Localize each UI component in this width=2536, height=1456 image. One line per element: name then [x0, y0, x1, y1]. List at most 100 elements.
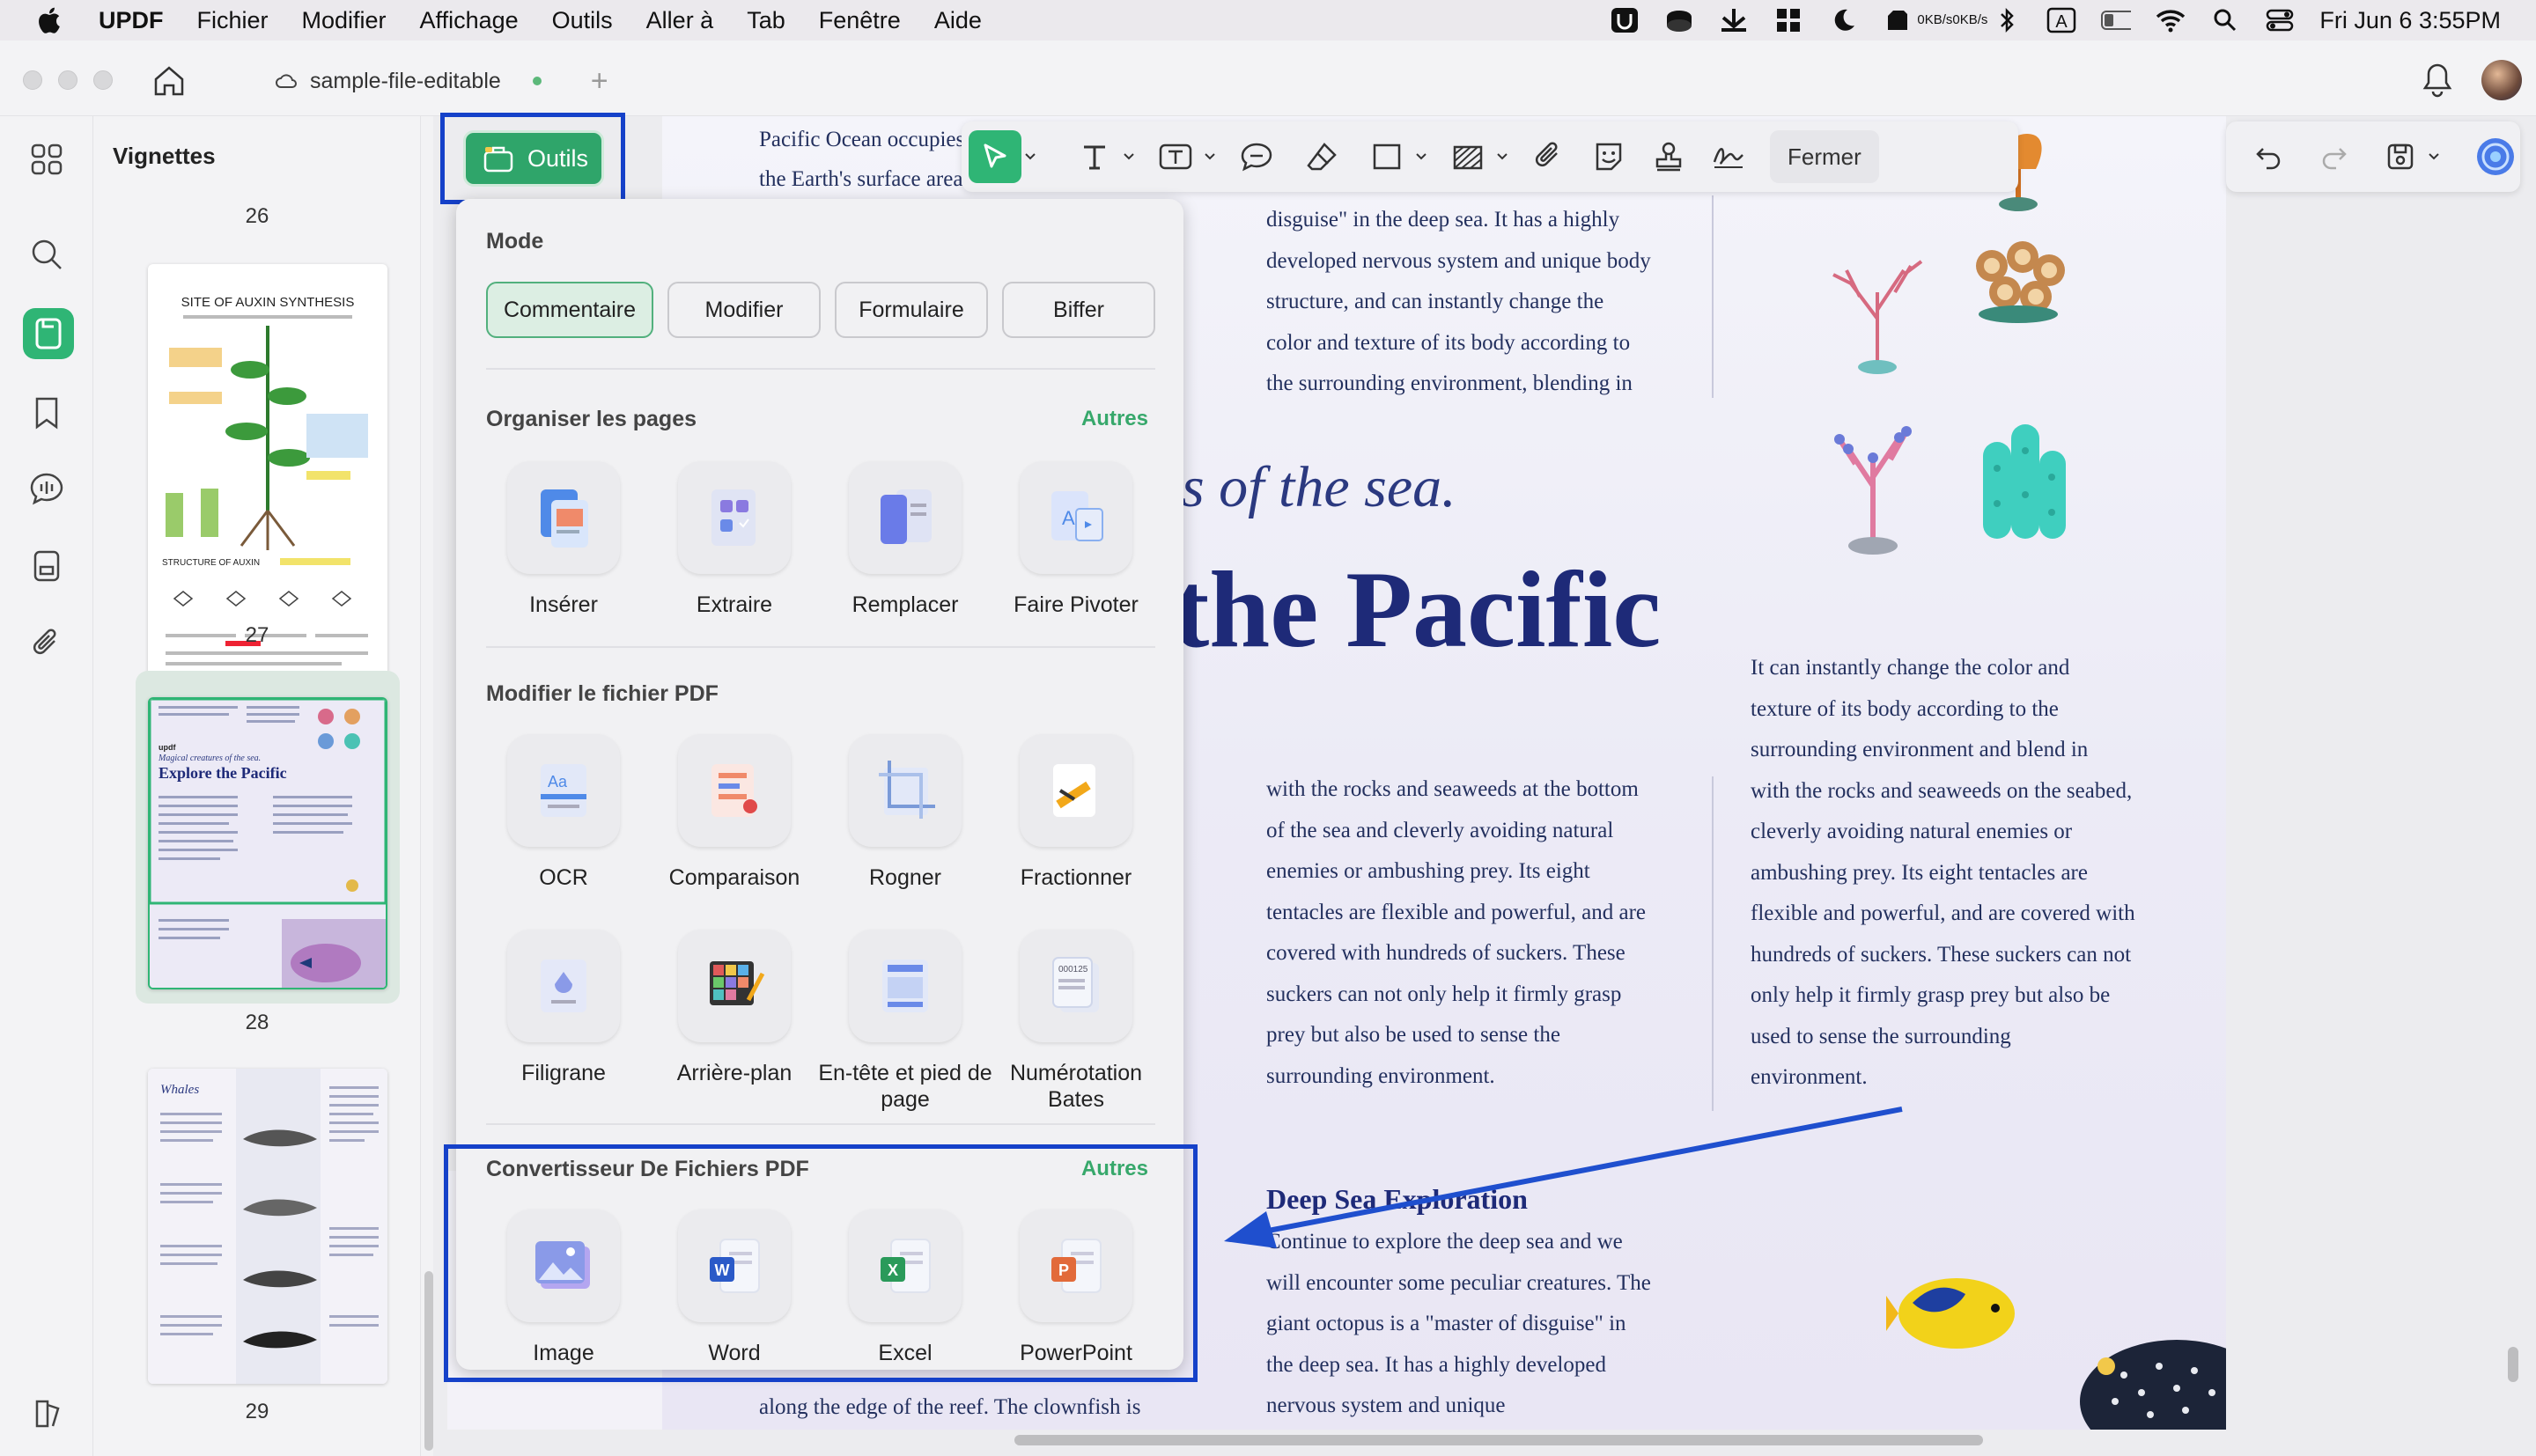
stamp-tool-icon[interactable] [1643, 131, 1694, 182]
zoom-window-button[interactable] [93, 70, 113, 90]
menu-outils[interactable]: Outils [552, 7, 613, 34]
layers-icon[interactable] [28, 1394, 65, 1431]
col1-top-line: color and texture of its body according … [1266, 330, 1631, 355]
select-tool-icon[interactable] [969, 130, 1021, 183]
bates-tool[interactable]: 000125 Numérotation Bates [988, 930, 1164, 1113]
thumbnail-page-29[interactable]: Whales [148, 1069, 387, 1384]
rotate-tool[interactable]: A Faire Pivoter [988, 461, 1164, 618]
battery-icon[interactable] [2101, 7, 2132, 33]
area-fill-tool-icon[interactable] [1442, 131, 1493, 182]
redo-icon[interactable] [2310, 131, 2360, 182]
menu-aller-a[interactable]: Aller à [646, 7, 714, 34]
updf-tray-icon[interactable] [1610, 7, 1640, 33]
crop-tool[interactable]: Rogner [817, 734, 993, 891]
thumbnails-icon[interactable] [23, 308, 74, 359]
attach-tool-icon[interactable] [1523, 131, 1574, 182]
document-scrollbar[interactable] [2508, 1347, 2518, 1382]
home-icon[interactable] [151, 63, 187, 99]
header-footer-tool[interactable]: En-tête et pied de page [817, 930, 993, 1113]
mode-modifier-button[interactable]: Modifier [667, 282, 821, 338]
extract-tool[interactable]: Extraire [646, 461, 822, 618]
signature-tool-icon[interactable] [1703, 131, 1754, 182]
download-icon[interactable] [1719, 7, 1749, 33]
chevron-down-icon[interactable] [1493, 148, 1511, 165]
menu-aide[interactable]: Aide [934, 7, 982, 34]
bell-icon[interactable] [2420, 62, 2455, 99]
extension-icon[interactable] [1883, 7, 1913, 33]
thumbnails-panel: Vignettes 26 SITE OF AUXIN SYNTHESIS STR… [93, 116, 421, 1456]
undo-icon[interactable] [2244, 131, 2294, 182]
save-icon[interactable] [2375, 131, 2425, 182]
watermark-tool[interactable]: Filigrane [476, 930, 652, 1086]
spotlight-search-icon[interactable] [2210, 7, 2240, 33]
insert-tool[interactable]: Insérer [476, 461, 652, 618]
input-source-icon[interactable]: A [2046, 7, 2076, 33]
background-tool[interactable]: Arrière-plan [646, 930, 822, 1086]
chevron-down-icon[interactable] [1201, 148, 1219, 165]
wifi-icon[interactable] [2156, 7, 2186, 33]
document-tab[interactable]: sample-file-editable + [275, 62, 608, 100]
mode-biffer-button[interactable]: Biffer [1002, 282, 1155, 338]
document-icon[interactable] [28, 548, 65, 585]
bookmark-icon[interactable] [28, 394, 65, 431]
menu-affichage[interactable]: Affichage [420, 7, 519, 34]
mode-formulaire-button[interactable]: Formulaire [835, 282, 988, 338]
organize-more-link[interactable]: Autres [1081, 407, 1148, 431]
col1-mid-line: enemies or ambushing prey. Its eight [1266, 859, 1590, 883]
horizontal-scrollbar[interactable] [1014, 1435, 1983, 1445]
t27-title: SITE OF AUXIN SYNTHESIS [181, 295, 355, 310]
menu-tab[interactable]: Tab [747, 7, 785, 34]
chevron-down-icon[interactable] [1120, 148, 1138, 165]
textbox-tool-icon[interactable] [1150, 131, 1201, 182]
sticker-tool-icon[interactable] [1583, 131, 1634, 182]
chevron-down-icon[interactable] [1021, 148, 1039, 165]
compare-tool[interactable]: Comparaison [646, 734, 822, 891]
svg-text:Aa: Aa [548, 773, 568, 791]
split-label: Fractionner [1020, 865, 1132, 890]
search-icon[interactable] [28, 236, 65, 273]
heading-italic: s of the sea. [1182, 455, 1456, 519]
rectangle-tool-icon[interactable] [1361, 131, 1412, 182]
minimize-window-button[interactable] [58, 70, 77, 90]
user-avatar[interactable] [2481, 60, 2522, 100]
disk-icon[interactable] [1664, 7, 1694, 33]
ai-assistant-icon[interactable] [2470, 131, 2520, 182]
col1-mid-line: suckers can not only help it firmly gras… [1266, 982, 1622, 1006]
control-center-icon[interactable] [2265, 7, 2295, 33]
text-tool-icon[interactable] [1069, 131, 1120, 182]
close-window-button[interactable] [23, 70, 42, 90]
moon-icon[interactable] [1828, 7, 1858, 33]
thumbnails-scrollbar[interactable] [424, 1271, 433, 1451]
apple-icon[interactable] [35, 5, 62, 35]
bluetooth-icon[interactable] [1992, 7, 2022, 33]
split-tool[interactable]: Fractionner [988, 734, 1164, 891]
close-annotation-button[interactable]: Fermer [1770, 130, 1879, 183]
thumbnail-page-28[interactable]: updf Magical creatures of the sea. Explo… [148, 697, 387, 989]
attachment-icon[interactable] [28, 625, 65, 662]
col1-mid-line: prey but also be used to sense the [1266, 1023, 1560, 1047]
col1-mid-text: with the rocks and seaweeds at the botto… [1266, 769, 1759, 1097]
mode-commentaire-button[interactable]: Commentaire [486, 282, 653, 338]
chevron-down-icon[interactable] [2425, 148, 2443, 165]
ocr-tool[interactable]: Aa OCR [476, 734, 652, 891]
eraser-tool-icon[interactable] [1296, 131, 1347, 182]
outils-button[interactable]: Outils [463, 130, 604, 187]
tab-title: sample-file-editable [310, 68, 501, 93]
menu-fenetre[interactable]: Fenêtre [819, 7, 901, 34]
ocr-label: OCR [539, 865, 588, 890]
apps-grid-icon[interactable] [28, 141, 65, 178]
crop-label: Rogner [869, 865, 941, 890]
replace-tool[interactable]: Remplacer [817, 461, 993, 618]
watermark-icon [507, 930, 620, 1042]
comment-tool-icon[interactable] [1231, 131, 1282, 182]
menu-modifier[interactable]: Modifier [302, 7, 387, 34]
grid-app-icon[interactable] [1773, 7, 1803, 33]
menu-fichier[interactable]: Fichier [197, 7, 269, 34]
new-tab-button[interactable]: + [591, 64, 608, 99]
clock[interactable]: Fri Jun 6 3:55PM [2319, 7, 2501, 34]
thumbnail-page-27[interactable]: SITE OF AUXIN SYNTHESIS STRUCTURE OF AUX… [148, 264, 387, 720]
col2-text: It can instantly change the color and te… [1751, 648, 2208, 1099]
chevron-down-icon[interactable] [1412, 148, 1430, 165]
menu-app-name[interactable]: UPDF [99, 7, 164, 34]
ai-chat-icon[interactable] [28, 470, 65, 507]
